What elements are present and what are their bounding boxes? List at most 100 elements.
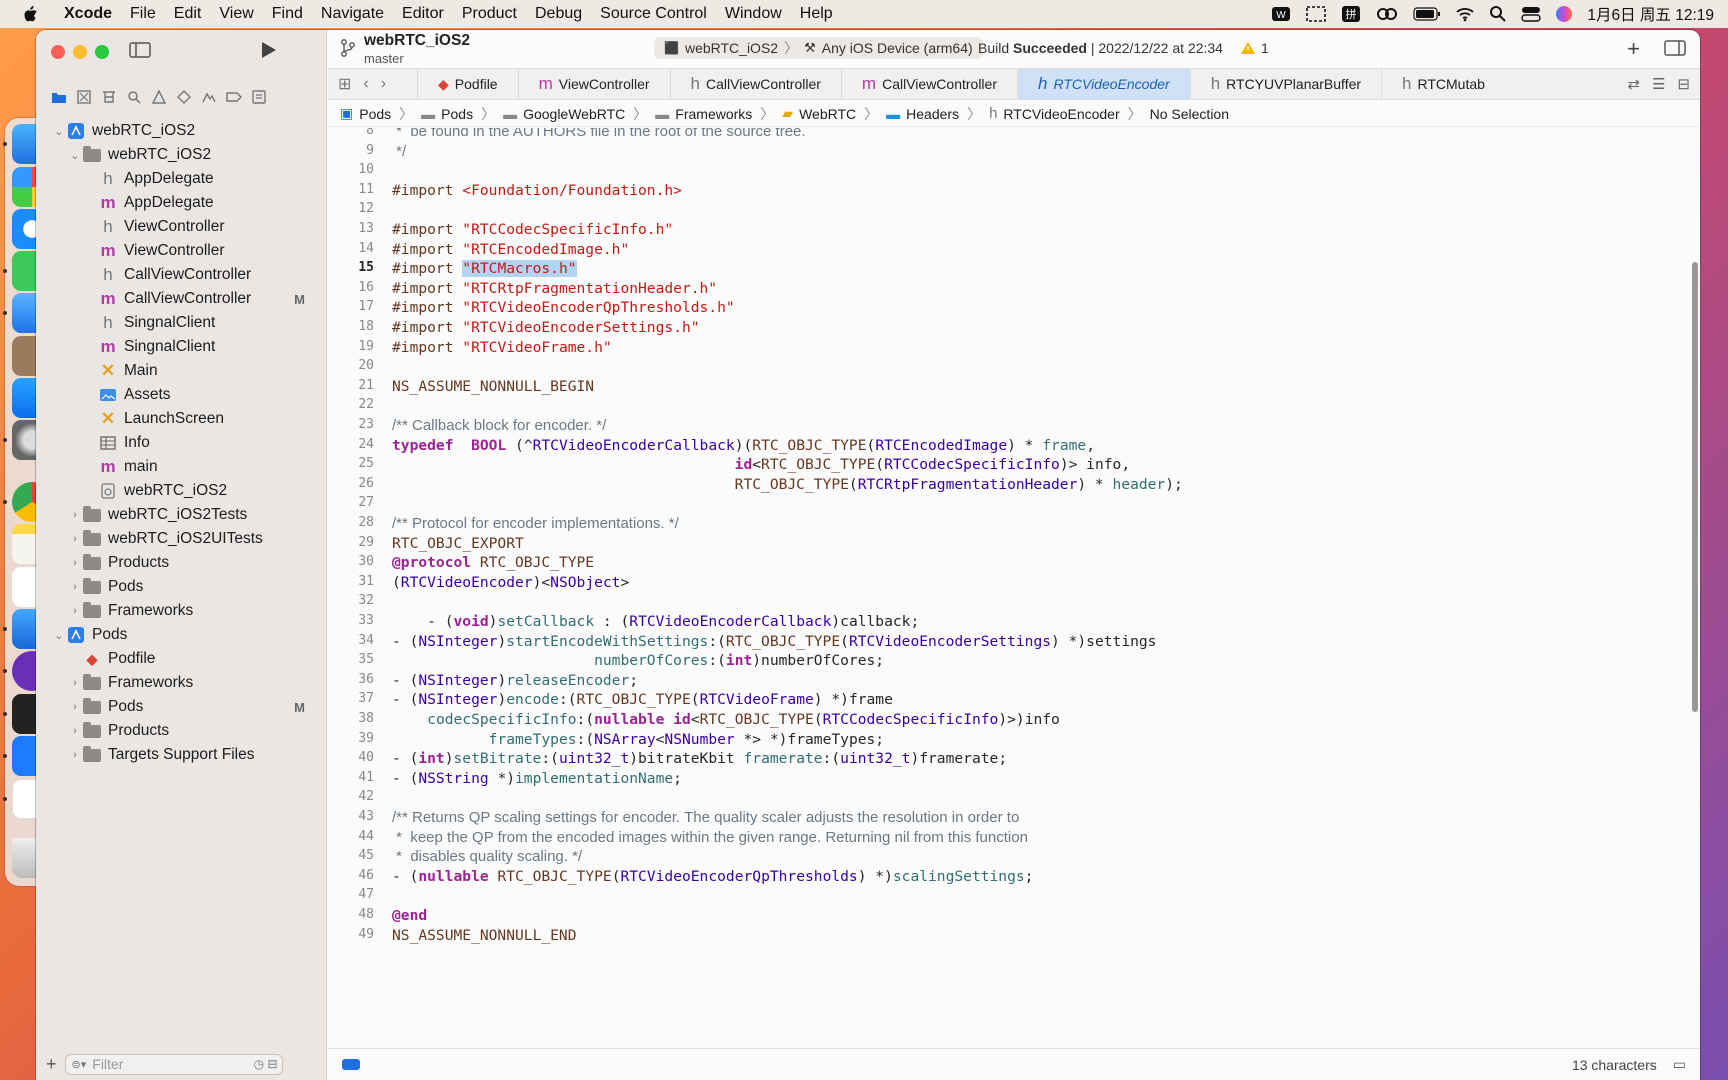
disclosure-chevron-icon[interactable]: › [68, 701, 82, 713]
project-title[interactable]: webRTC_iOS2 [364, 32, 470, 50]
add-editor-icon[interactable]: ⊟ [1677, 75, 1690, 93]
disclosure-chevron-icon[interactable]: › [68, 677, 82, 689]
menu-app-name[interactable]: Xcode [64, 5, 124, 23]
code-line[interactable]: 26 RTC_OBJC_TYPE(RTCRtpFragmentationHead… [328, 476, 1182, 496]
navigator-item[interactable]: › Frameworks [36, 599, 327, 623]
code-line[interactable]: 46 - (nullable RTC_OBJC_TYPE(RTCVideoEnco… [328, 868, 1033, 888]
zoom-window-button[interactable] [95, 45, 109, 59]
navigator-item[interactable]: m AppDelegate [36, 191, 327, 215]
breakpoint-navigator-icon[interactable] [226, 89, 242, 105]
scheme-selector[interactable]: ⬛ webRTC_iOS2 〉 ⚒ Any iOS Device (arm64) [654, 37, 983, 59]
code-line[interactable]: 41 - (NSString *)implementationName; [328, 770, 682, 790]
menu-editor[interactable]: Editor [402, 5, 456, 23]
code-line[interactable]: 29 RTC_OBJC_EXPORT [328, 535, 523, 555]
disclosure-chevron-icon[interactable]: ⌄ [52, 125, 66, 138]
code-line[interactable]: 18 #import "RTCVideoEncoderSettings.h" [328, 319, 699, 339]
code-line[interactable]: 9 */ [328, 143, 406, 163]
menu-help[interactable]: Help [800, 5, 845, 23]
wps-status-icon[interactable]: W [1271, 4, 1291, 24]
breadcrumb-headers[interactable]: Headers [906, 106, 959, 122]
code-line[interactable]: 28 /** Protocol for encoder implementatio… [328, 515, 678, 535]
navigator-item[interactable]: h CallViewController [36, 263, 327, 287]
navigator-item[interactable]: webRTC_iOS2 [36, 479, 327, 503]
tab-callviewcontroller-h[interactable]: h CallViewController [671, 68, 842, 100]
code-line[interactable]: 49 NS_ASSUME_NONNULL_END [328, 927, 576, 947]
disclosure-chevron-icon[interactable]: › [68, 605, 82, 617]
code-line[interactable]: 15 #import "RTCMacros.h" [328, 260, 577, 280]
navigator-item[interactable]: › Frameworks [36, 671, 327, 695]
apple-menu-icon[interactable] [22, 5, 42, 24]
code-line[interactable]: 23 /** Callback block for encoder. */ [328, 417, 606, 437]
disclosure-chevron-icon[interactable]: › [68, 533, 82, 545]
code-line[interactable]: 12 [328, 201, 376, 221]
code-line[interactable]: 38 codecSpecificInfo:(nullable id<RTC_OB… [328, 711, 1060, 731]
navigator-item[interactable]: h ViewController [36, 215, 327, 239]
code-line[interactable]: 48 @end [328, 907, 427, 927]
navigator-item[interactable]: m SingnalClient [36, 335, 327, 359]
filter-input[interactable]: ⊜▾ Filter ◷ ⊟ [64, 1053, 283, 1075]
code-line[interactable]: 43 /** Returns QP scaling settings for en… [328, 809, 1019, 829]
add-library-icon[interactable]: + [1627, 36, 1640, 62]
navigator-item[interactable]: ⌄ webRTC_iOS2 [36, 143, 327, 167]
breadcrumb-googlewebrtc[interactable]: GoogleWebRTC [523, 106, 625, 122]
navigator-item[interactable]: › Products [36, 719, 327, 743]
code-line[interactable]: 45 * disables quality scaling. */ [328, 848, 582, 868]
control-center-icon[interactable] [1521, 4, 1542, 24]
build-status[interactable]: Build Succeeded | 2022/12/22 at 22:34 [978, 40, 1223, 56]
navigator-item[interactable]: ◆ Podfile [36, 647, 327, 671]
navigator-item[interactable]: ⌄ webRTC_iOS2 [36, 119, 327, 143]
input-method-icon[interactable]: 拼 [1341, 4, 1361, 24]
tab-callviewcontroller-m[interactable]: m CallViewController [842, 68, 1018, 100]
navigator-item[interactable]: ✕ Main [36, 359, 327, 383]
code-line[interactable]: 44 * keep the QP from the encoded images… [328, 829, 1028, 849]
code-line[interactable]: 13 #import "RTCCodecSpecificInfo.h" [328, 221, 673, 241]
navigator-item[interactable]: › Pods [36, 575, 327, 599]
menu-debug[interactable]: Debug [535, 5, 594, 23]
navigator-item[interactable]: Info [36, 431, 327, 455]
back-icon[interactable]: ‹ [363, 75, 368, 93]
code-line[interactable]: 21 NS_ASSUME_NONNULL_BEGIN [328, 378, 594, 398]
navigator-item[interactable]: ⌄ Pods [36, 623, 327, 647]
breadcrumb-pods-project[interactable]: Pods [359, 106, 391, 122]
code-line[interactable]: 24 typedef BOOL (^RTCVideoEncoderCallback… [328, 437, 1095, 457]
code-line[interactable]: 17 #import "RTCVideoEncoderQpThresholds.h… [328, 299, 734, 319]
screenshot-icon[interactable] [1305, 4, 1327, 24]
code-line[interactable]: 30 @protocol RTC_OBJC_TYPE [328, 554, 594, 574]
test-navigator-icon[interactable] [176, 89, 192, 105]
navigator-item[interactable]: › Products [36, 551, 327, 575]
add-icon[interactable]: + [46, 1054, 57, 1075]
navigator-item[interactable]: ✕ LaunchScreen [36, 407, 327, 431]
minimize-window-button[interactable] [73, 45, 87, 59]
issue-navigator-icon[interactable] [151, 89, 167, 105]
symbol-navigator-icon[interactable] [101, 89, 117, 105]
disclosure-chevron-icon[interactable]: › [68, 557, 82, 569]
connect-icon[interactable] [1375, 4, 1399, 24]
navigator-item[interactable]: h AppDelegate [36, 167, 327, 191]
branch-name[interactable]: master [364, 51, 470, 66]
wifi-icon[interactable] [1455, 4, 1475, 24]
code-line[interactable]: 11 #import <Foundation/Foundation.h> [328, 182, 682, 202]
warnings-indicator[interactable]: 1 [1240, 40, 1269, 56]
code-line[interactable]: 35 numberOfCores:(int)numberOfCores; [328, 652, 884, 672]
battery-icon[interactable] [1413, 4, 1441, 24]
navigator-item[interactable]: Assets [36, 383, 327, 407]
run-button[interactable] [259, 40, 277, 64]
debug-navigator-icon[interactable] [201, 89, 217, 105]
close-window-button[interactable] [51, 45, 65, 59]
code-line[interactable]: 8 * be found in the AUTHORS file in the … [328, 128, 805, 143]
source-control-navigator-icon[interactable] [76, 89, 92, 105]
code-line[interactable]: 27 [328, 495, 376, 515]
menu-find[interactable]: Find [272, 5, 315, 23]
navigator-item[interactable]: › Targets Support Files [36, 743, 327, 767]
panel-toggle-icon[interactable]: ▭ [1673, 1056, 1686, 1073]
scheme-name[interactable]: webRTC_iOS2 [685, 40, 778, 56]
code-line[interactable]: 32 [328, 593, 376, 613]
grid-icon[interactable]: ⊞ [338, 74, 351, 94]
disclosure-chevron-icon[interactable]: ⌄ [68, 149, 82, 162]
code-line[interactable]: 37 - (NSInteger)encode:(RTC_OBJC_TYPE(RTC… [328, 691, 893, 711]
inspector-toggle-icon[interactable] [1664, 39, 1686, 61]
menu-navigate[interactable]: Navigate [321, 5, 396, 23]
editor-scrollbar[interactable] [1692, 262, 1698, 712]
navigator-item[interactable]: m main [36, 455, 327, 479]
navigator-item[interactable]: › Pods M [36, 695, 327, 719]
